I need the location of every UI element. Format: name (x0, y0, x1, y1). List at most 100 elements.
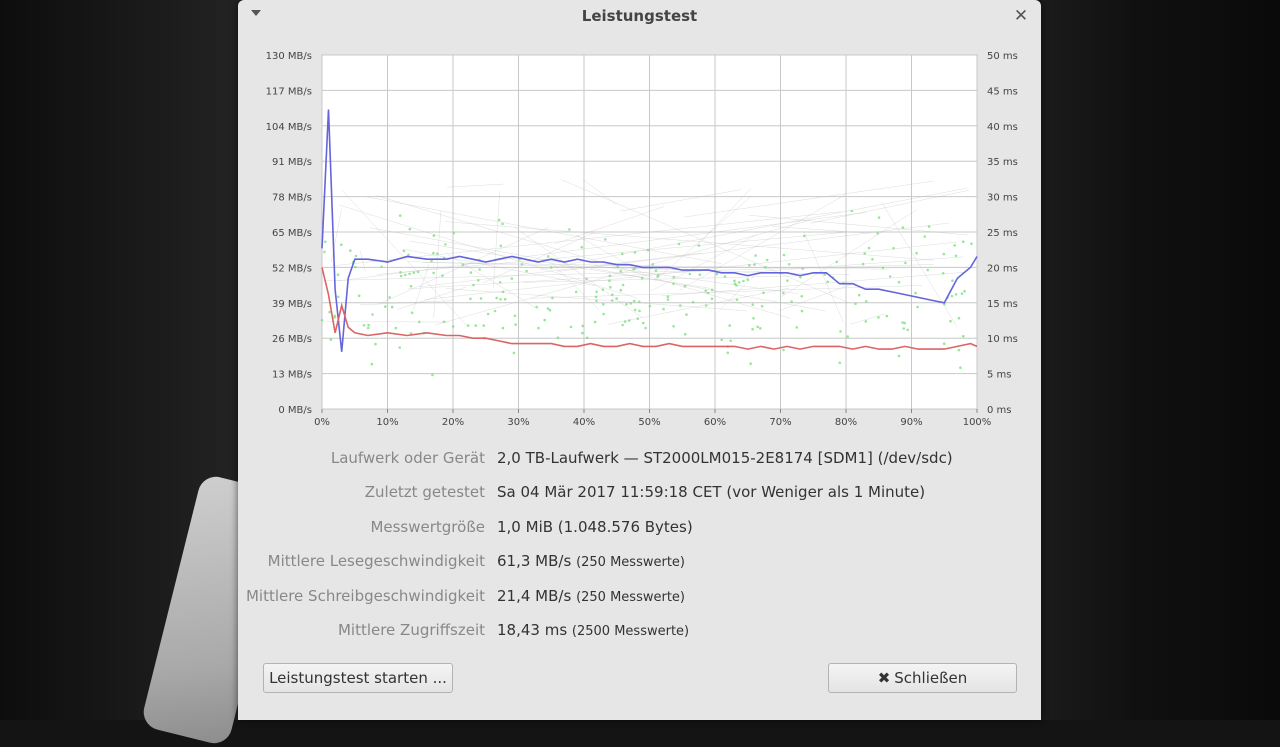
access-time-point (958, 349, 961, 352)
access-time-point (408, 273, 411, 276)
access-time-point (846, 335, 849, 338)
access-time-point (609, 286, 612, 289)
x-tick-label: 50% (638, 417, 660, 428)
y-left-tick-label: 65 MB/s (272, 228, 312, 239)
access-time-point (746, 278, 749, 281)
background-right (1041, 0, 1280, 720)
y-left-tick-label: 91 MB/s (272, 157, 312, 168)
access-time-label: Mittlere Zugriffszeit (338, 621, 485, 639)
access-time-point (586, 337, 589, 340)
y-left-tick-label: 0 MB/s (278, 405, 312, 416)
access-time-point (943, 342, 946, 345)
access-time-point (961, 292, 964, 295)
access-time-point (926, 269, 929, 272)
access-time-point (391, 306, 394, 309)
info-row-access-time: Mittlere Zugriffszeit 18,43 ms (2500 Mes… (238, 618, 1041, 642)
access-time-count: (2500 Messwerte) (572, 624, 689, 639)
access-time-point (970, 242, 973, 245)
access-time-point (799, 276, 802, 279)
access-time-point (882, 267, 885, 270)
access-time-point (504, 298, 507, 301)
access-time-point (323, 251, 326, 254)
access-time-point (943, 253, 946, 256)
access-time-point (514, 323, 517, 326)
y-right-tick-label: 50 ms (987, 51, 1018, 62)
access-time-point (865, 300, 868, 303)
access-time-point (854, 302, 857, 305)
access-time-point (622, 284, 625, 287)
access-time-point (321, 319, 324, 322)
access-time-point (839, 330, 842, 333)
access-time-point (409, 228, 412, 231)
access-time-point (621, 324, 624, 327)
x-tick-label: 60% (704, 417, 726, 428)
access-time-point (502, 327, 505, 330)
access-time-point (868, 247, 871, 250)
access-time-point (903, 327, 906, 330)
access-time-point (949, 320, 952, 323)
access-time-point (662, 308, 665, 311)
access-time-point (692, 301, 695, 304)
access-time-point (633, 300, 636, 303)
access-time-point (349, 249, 352, 252)
y-right-tick-label: 20 ms (987, 263, 1018, 274)
y-left-tick-label: 52 MB/s (272, 263, 312, 274)
info-row-sample-size: Messwertgröße 1,0 MiB (1.048.576 Bytes) (238, 515, 1041, 539)
sample-size-value: 1,0 MiB (1.048.576 Bytes) (497, 518, 693, 536)
device-value: 2,0 TB-Laufwerk — ST2000LM015-2E8174 [SD… (497, 449, 953, 467)
x-tick-label: 100% (963, 417, 992, 428)
benchmark-chart: 0%10%20%30%40%50%60%70%80%90%100%0 MB/s0… (238, 0, 1041, 440)
y-right-tick-label: 30 ms (987, 193, 1018, 204)
access-time-point (324, 241, 327, 244)
access-time-point (752, 317, 755, 320)
close-button[interactable]: ✖Schließen (828, 663, 1017, 693)
y-left-tick-label: 39 MB/s (272, 299, 312, 310)
access-time-point (790, 300, 793, 303)
access-time-point (699, 273, 702, 276)
access-time-point (655, 269, 658, 272)
access-time-point (395, 327, 398, 330)
access-time-point (367, 324, 370, 327)
access-time-point (951, 279, 954, 282)
start-benchmark-button[interactable]: Leistungstest starten ... (263, 663, 453, 693)
access-time-point (400, 275, 403, 278)
y-right-tick-label: 10 ms (987, 334, 1018, 345)
access-time-point (958, 317, 961, 320)
access-time-point (672, 325, 675, 328)
close-button-label: Schließen (894, 669, 967, 687)
access-time-point (924, 235, 927, 238)
access-time-point (916, 306, 919, 309)
access-time-point (570, 326, 573, 329)
access-time-point (782, 349, 785, 352)
access-time-point (398, 346, 401, 349)
x-tick-label: 90% (900, 417, 922, 428)
write-speed-value-wrap: 21,4 MB/s (250 Messwerte) (497, 587, 685, 605)
access-time-point (796, 326, 799, 329)
access-time-point (656, 275, 659, 278)
access-time-point (889, 275, 892, 278)
access-time-point (494, 310, 497, 313)
access-time-point (557, 336, 560, 339)
access-time-point (355, 255, 358, 258)
access-time-point (547, 255, 550, 258)
access-time-point (667, 298, 670, 301)
access-time-point (858, 294, 861, 297)
read-speed-count: (250 Messwerte) (576, 555, 685, 570)
last-test-label: Zuletzt getestet (365, 483, 485, 501)
access-time-point (498, 219, 501, 222)
access-time-point (477, 279, 480, 282)
access-time-value-wrap: 18,43 ms (2500 Messwerte) (497, 621, 689, 639)
access-time-point (915, 252, 918, 255)
access-time-point (903, 322, 906, 325)
access-time-point (904, 262, 907, 265)
access-time-point (800, 295, 803, 298)
access-time-point (413, 272, 416, 275)
access-time-point (620, 289, 623, 292)
access-time-point (704, 289, 707, 292)
access-time-point (432, 252, 435, 255)
access-time-point (959, 366, 962, 369)
access-time-point (595, 291, 598, 294)
write-speed-count: (250 Messwerte) (576, 590, 685, 605)
y-right-tick-label: 35 ms (987, 157, 1018, 168)
access-time-point (403, 250, 406, 253)
